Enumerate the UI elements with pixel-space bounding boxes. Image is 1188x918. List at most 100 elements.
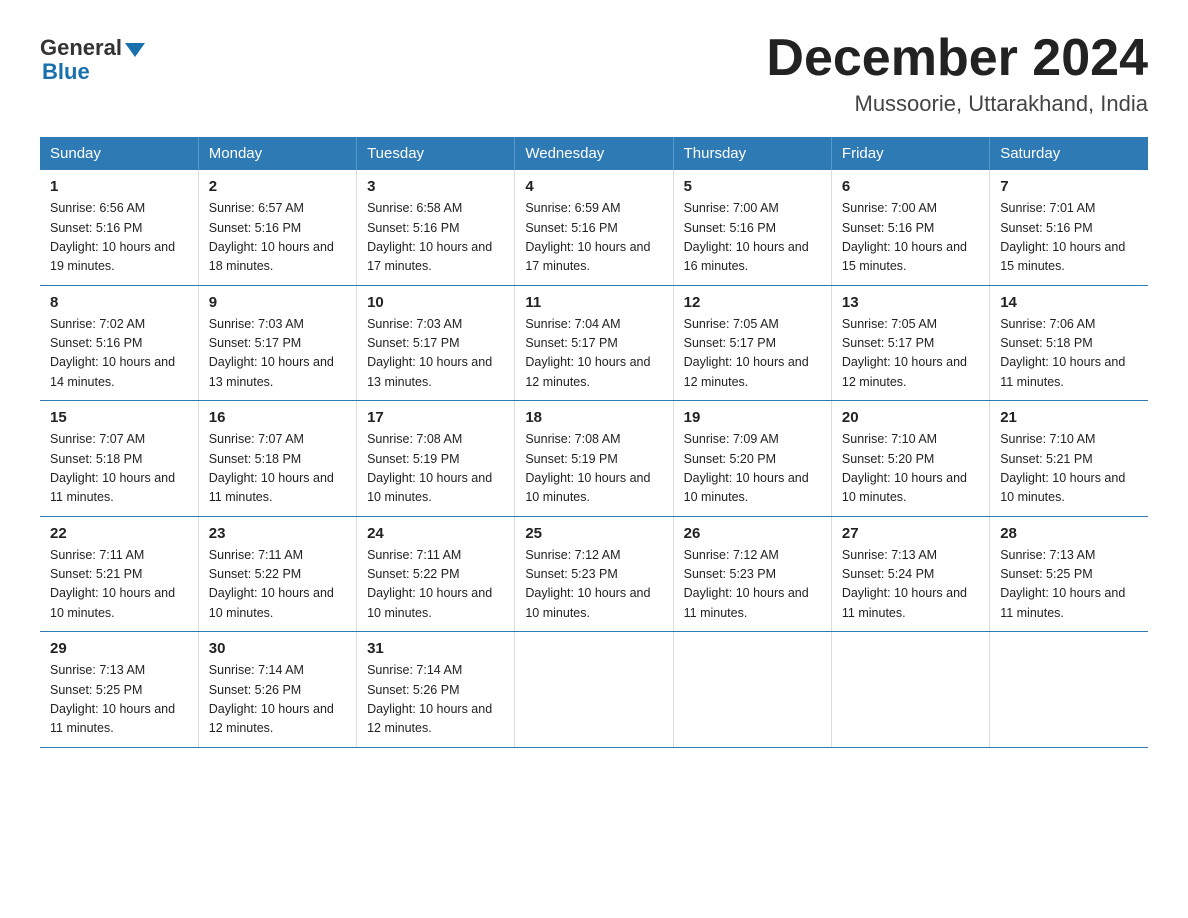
day-info: Sunrise: 7:08 AM Sunset: 5:19 PM Dayligh… [525,430,662,508]
day-number: 8 [50,294,188,311]
day-info: Sunrise: 7:13 AM Sunset: 5:25 PM Dayligh… [1000,546,1138,624]
calendar-day-cell: 6 Sunrise: 7:00 AM Sunset: 5:16 PM Dayli… [831,170,989,285]
day-number: 12 [684,294,821,311]
day-info: Sunrise: 7:10 AM Sunset: 5:21 PM Dayligh… [1000,430,1138,508]
day-info: Sunrise: 7:13 AM Sunset: 5:25 PM Dayligh… [50,661,188,739]
calendar-day-cell [673,632,831,748]
calendar-day-cell: 20 Sunrise: 7:10 AM Sunset: 5:20 PM Dayl… [831,401,989,517]
day-info: Sunrise: 6:56 AM Sunset: 5:16 PM Dayligh… [50,199,188,277]
calendar-day-cell: 26 Sunrise: 7:12 AM Sunset: 5:23 PM Dayl… [673,516,831,632]
day-info: Sunrise: 7:14 AM Sunset: 5:26 PM Dayligh… [209,661,346,739]
calendar-day-cell: 21 Sunrise: 7:10 AM Sunset: 5:21 PM Dayl… [990,401,1148,517]
day-of-week-header: Thursday [673,137,831,170]
page-header: General Blue December 2024 Mussoorie, Ut… [40,30,1148,117]
calendar-day-cell: 14 Sunrise: 7:06 AM Sunset: 5:18 PM Dayl… [990,285,1148,401]
day-number: 4 [525,178,662,195]
calendar-day-cell: 1 Sunrise: 6:56 AM Sunset: 5:16 PM Dayli… [40,170,198,285]
day-number: 11 [525,294,662,311]
day-info: Sunrise: 7:07 AM Sunset: 5:18 PM Dayligh… [209,430,346,508]
calendar-week-row: 8 Sunrise: 7:02 AM Sunset: 5:16 PM Dayli… [40,285,1148,401]
calendar-day-cell: 17 Sunrise: 7:08 AM Sunset: 5:19 PM Dayl… [357,401,515,517]
calendar-title: December 2024 [766,30,1148,87]
calendar-day-cell: 2 Sunrise: 6:57 AM Sunset: 5:16 PM Dayli… [198,170,356,285]
calendar-table: SundayMondayTuesdayWednesdayThursdayFrid… [40,137,1148,748]
day-info: Sunrise: 7:11 AM Sunset: 5:22 PM Dayligh… [209,546,346,624]
day-info: Sunrise: 7:05 AM Sunset: 5:17 PM Dayligh… [684,315,821,393]
calendar-day-cell: 22 Sunrise: 7:11 AM Sunset: 5:21 PM Dayl… [40,516,198,632]
day-number: 13 [842,294,979,311]
day-info: Sunrise: 7:10 AM Sunset: 5:20 PM Dayligh… [842,430,979,508]
calendar-week-row: 1 Sunrise: 6:56 AM Sunset: 5:16 PM Dayli… [40,170,1148,285]
day-number: 25 [525,525,662,542]
logo-general-text: General [40,35,122,61]
day-info: Sunrise: 7:06 AM Sunset: 5:18 PM Dayligh… [1000,315,1138,393]
day-info: Sunrise: 7:12 AM Sunset: 5:23 PM Dayligh… [684,546,821,624]
calendar-day-cell: 5 Sunrise: 7:00 AM Sunset: 5:16 PM Dayli… [673,170,831,285]
day-info: Sunrise: 7:04 AM Sunset: 5:17 PM Dayligh… [525,315,662,393]
day-number: 7 [1000,178,1138,195]
calendar-header-row: SundayMondayTuesdayWednesdayThursdayFrid… [40,137,1148,170]
calendar-day-cell: 29 Sunrise: 7:13 AM Sunset: 5:25 PM Dayl… [40,632,198,748]
calendar-subtitle: Mussoorie, Uttarakhand, India [766,91,1148,117]
day-info: Sunrise: 7:00 AM Sunset: 5:16 PM Dayligh… [684,199,821,277]
day-info: Sunrise: 7:05 AM Sunset: 5:17 PM Dayligh… [842,315,979,393]
day-info: Sunrise: 7:02 AM Sunset: 5:16 PM Dayligh… [50,315,188,393]
calendar-day-cell: 28 Sunrise: 7:13 AM Sunset: 5:25 PM Dayl… [990,516,1148,632]
calendar-day-cell: 16 Sunrise: 7:07 AM Sunset: 5:18 PM Dayl… [198,401,356,517]
calendar-week-row: 15 Sunrise: 7:07 AM Sunset: 5:18 PM Dayl… [40,401,1148,517]
title-block: December 2024 Mussoorie, Uttarakhand, In… [766,30,1148,117]
day-number: 16 [209,409,346,426]
day-info: Sunrise: 7:11 AM Sunset: 5:22 PM Dayligh… [367,546,504,624]
day-info: Sunrise: 7:03 AM Sunset: 5:17 PM Dayligh… [209,315,346,393]
calendar-day-cell: 23 Sunrise: 7:11 AM Sunset: 5:22 PM Dayl… [198,516,356,632]
day-of-week-header: Tuesday [357,137,515,170]
day-info: Sunrise: 7:09 AM Sunset: 5:20 PM Dayligh… [684,430,821,508]
day-number: 2 [209,178,346,195]
calendar-day-cell: 4 Sunrise: 6:59 AM Sunset: 5:16 PM Dayli… [515,170,673,285]
day-info: Sunrise: 7:12 AM Sunset: 5:23 PM Dayligh… [525,546,662,624]
day-number: 6 [842,178,979,195]
calendar-day-cell [831,632,989,748]
calendar-day-cell: 27 Sunrise: 7:13 AM Sunset: 5:24 PM Dayl… [831,516,989,632]
calendar-day-cell [515,632,673,748]
calendar-day-cell: 18 Sunrise: 7:08 AM Sunset: 5:19 PM Dayl… [515,401,673,517]
calendar-day-cell: 3 Sunrise: 6:58 AM Sunset: 5:16 PM Dayli… [357,170,515,285]
logo-blue-text: Blue [40,59,90,85]
day-number: 21 [1000,409,1138,426]
day-number: 9 [209,294,346,311]
day-info: Sunrise: 7:00 AM Sunset: 5:16 PM Dayligh… [842,199,979,277]
day-info: Sunrise: 7:07 AM Sunset: 5:18 PM Dayligh… [50,430,188,508]
calendar-day-cell: 7 Sunrise: 7:01 AM Sunset: 5:16 PM Dayli… [990,170,1148,285]
day-of-week-header: Wednesday [515,137,673,170]
day-info: Sunrise: 6:57 AM Sunset: 5:16 PM Dayligh… [209,199,346,277]
day-number: 30 [209,640,346,657]
day-of-week-header: Saturday [990,137,1148,170]
day-of-week-header: Friday [831,137,989,170]
day-info: Sunrise: 6:58 AM Sunset: 5:16 PM Dayligh… [367,199,504,277]
day-info: Sunrise: 7:08 AM Sunset: 5:19 PM Dayligh… [367,430,504,508]
calendar-day-cell: 30 Sunrise: 7:14 AM Sunset: 5:26 PM Dayl… [198,632,356,748]
day-number: 3 [367,178,504,195]
day-number: 31 [367,640,504,657]
day-info: Sunrise: 7:14 AM Sunset: 5:26 PM Dayligh… [367,661,504,739]
day-number: 15 [50,409,188,426]
day-info: Sunrise: 6:59 AM Sunset: 5:16 PM Dayligh… [525,199,662,277]
calendar-day-cell: 11 Sunrise: 7:04 AM Sunset: 5:17 PM Dayl… [515,285,673,401]
calendar-day-cell: 12 Sunrise: 7:05 AM Sunset: 5:17 PM Dayl… [673,285,831,401]
logo: General Blue [40,30,145,85]
day-number: 10 [367,294,504,311]
day-number: 24 [367,525,504,542]
day-info: Sunrise: 7:03 AM Sunset: 5:17 PM Dayligh… [367,315,504,393]
day-number: 26 [684,525,821,542]
day-number: 19 [684,409,821,426]
day-info: Sunrise: 7:01 AM Sunset: 5:16 PM Dayligh… [1000,199,1138,277]
day-number: 14 [1000,294,1138,311]
calendar-week-row: 29 Sunrise: 7:13 AM Sunset: 5:25 PM Dayl… [40,632,1148,748]
calendar-day-cell: 8 Sunrise: 7:02 AM Sunset: 5:16 PM Dayli… [40,285,198,401]
day-of-week-header: Monday [198,137,356,170]
calendar-day-cell: 31 Sunrise: 7:14 AM Sunset: 5:26 PM Dayl… [357,632,515,748]
day-number: 1 [50,178,188,195]
day-info: Sunrise: 7:11 AM Sunset: 5:21 PM Dayligh… [50,546,188,624]
day-of-week-header: Sunday [40,137,198,170]
day-number: 23 [209,525,346,542]
